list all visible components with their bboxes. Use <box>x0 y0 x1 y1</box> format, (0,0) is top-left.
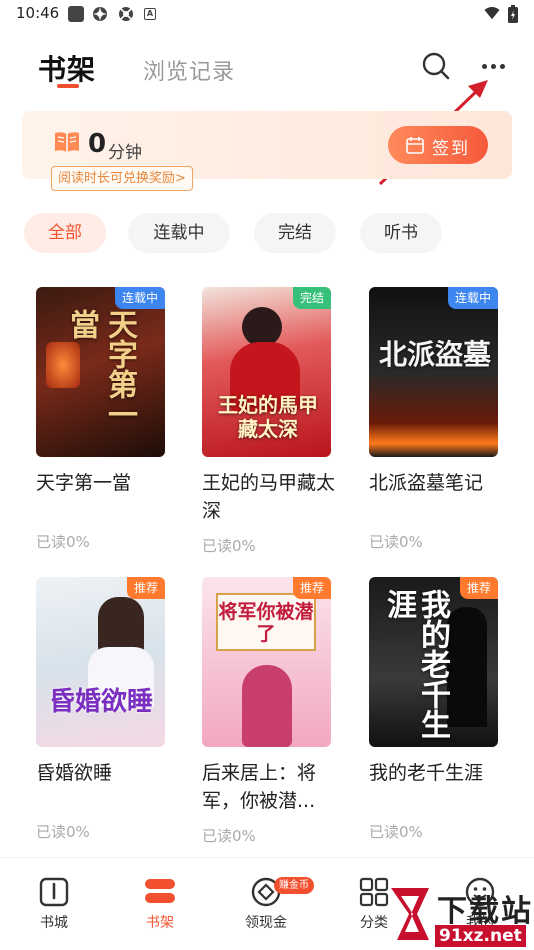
lantern-illustration <box>46 342 80 388</box>
settings-notification-icon <box>93 7 107 21</box>
status-badge: 推荐 <box>126 577 165 599</box>
redeem-reward-link[interactable]: 阅读时长可兑换奖励> <box>51 166 193 191</box>
filter-all[interactable]: 全部 <box>24 213 106 253</box>
book-cover[interactable]: 昏婚欲睡 推荐 <box>36 577 165 747</box>
notification-app-icon <box>68 6 84 22</box>
filter-audiobook[interactable]: 听书 <box>360 213 442 253</box>
watermark-logo-icon <box>391 888 429 940</box>
cover-title: 天字第一當 <box>64 309 137 429</box>
nav-earn-cash[interactable]: 领现金 <box>226 858 306 938</box>
signin-button[interactable]: 签到 <box>388 126 488 164</box>
nav-bookstore[interactable]: 书城 <box>14 858 94 938</box>
more-dot <box>500 64 505 69</box>
a-notification-icon: A <box>144 8 156 20</box>
status-badge: 连载中 <box>114 287 165 309</box>
site-watermark: 下载站 91xz.net <box>385 878 534 950</box>
nav-label: 书城 <box>40 915 68 931</box>
reading-minutes-unit: 分钟 <box>108 143 142 163</box>
cover-title: 将军你被潜了 <box>218 601 314 645</box>
wifi-icon <box>484 7 500 20</box>
calendar-icon <box>406 137 424 154</box>
character-illustration <box>242 307 282 347</box>
search-icon[interactable] <box>420 50 452 82</box>
watermark-domain: 91xz.net <box>435 925 526 947</box>
tab-browse-history[interactable]: 浏览记录 <box>143 54 235 86</box>
book-cover[interactable]: 王妃的馬甲藏太深 完结 <box>202 287 331 457</box>
open-book-icon <box>55 132 79 152</box>
tab-bookshelf[interactable]: 书架 <box>38 48 96 88</box>
filter-completed[interactable]: 完结 <box>254 213 336 253</box>
status-badge: 推荐 <box>459 577 498 599</box>
signin-label: 签到 <box>432 139 470 159</box>
book-title[interactable]: 王妃的马甲藏太深 <box>202 469 337 525</box>
cover-title: 北派盜墓 <box>378 338 491 371</box>
earn-coins-badge: 赚金币 <box>274 877 314 894</box>
book-title[interactable]: 昏婚欲睡 <box>36 759 171 787</box>
battery-icon <box>508 5 518 23</box>
header: 书架 浏览记录 <box>0 44 534 90</box>
bookshelf-icon <box>145 879 175 903</box>
nav-label: 领现金 <box>245 915 287 931</box>
book-title[interactable]: 天字第一當 <box>36 469 171 497</box>
cover-title: 王妃的馬甲藏太深 <box>218 393 318 441</box>
read-progress: 已读0% <box>369 533 423 551</box>
book-cover[interactable]: 天字第一當 连载中 <box>36 287 165 457</box>
more-options-button[interactable] <box>478 50 510 82</box>
read-progress: 已读0% <box>36 823 90 841</box>
book-title[interactable]: 我的老千生涯 <box>369 759 504 787</box>
status-badge: 完结 <box>292 287 331 309</box>
nav-label: 书架 <box>146 915 174 931</box>
reading-minutes-value: 0 <box>88 129 107 159</box>
cover-title: 昏婚欲睡 <box>48 687 153 717</box>
status-bar: 10:46 A <box>0 0 534 30</box>
read-progress: 已读0% <box>36 533 90 551</box>
watermark-title: 下载站 <box>437 894 533 929</box>
character-illustration <box>242 665 292 747</box>
nav-bookshelf[interactable]: 书架 <box>120 858 200 938</box>
cover-title: 我的老千生涯 <box>381 589 450 739</box>
status-time: 10:46 <box>16 4 60 22</box>
book-title[interactable]: 后来居上：将军，你被潜... <box>202 759 337 815</box>
book-cover[interactable]: 北派盜墓 连载中 <box>369 287 498 457</box>
book-cover[interactable]: 将军你被潜了 推荐 <box>202 577 331 747</box>
more-dot <box>491 64 496 69</box>
read-progress: 已读0% <box>202 537 256 555</box>
figure-illustration <box>447 607 487 727</box>
book-store-icon <box>39 877 69 907</box>
status-badge: 推荐 <box>292 577 331 599</box>
read-progress: 已读0% <box>202 827 256 845</box>
filter-serializing[interactable]: 连载中 <box>128 213 230 253</box>
book-title[interactable]: 北派盗墓笔记 <box>369 469 504 497</box>
status-badge: 连载中 <box>447 287 498 309</box>
gear-notification-icon <box>119 7 133 21</box>
read-progress: 已读0% <box>369 823 423 841</box>
more-dots-icon <box>482 64 487 69</box>
active-tab-indicator <box>57 84 79 88</box>
book-cover[interactable]: 我的老千生涯 推荐 <box>369 577 498 747</box>
